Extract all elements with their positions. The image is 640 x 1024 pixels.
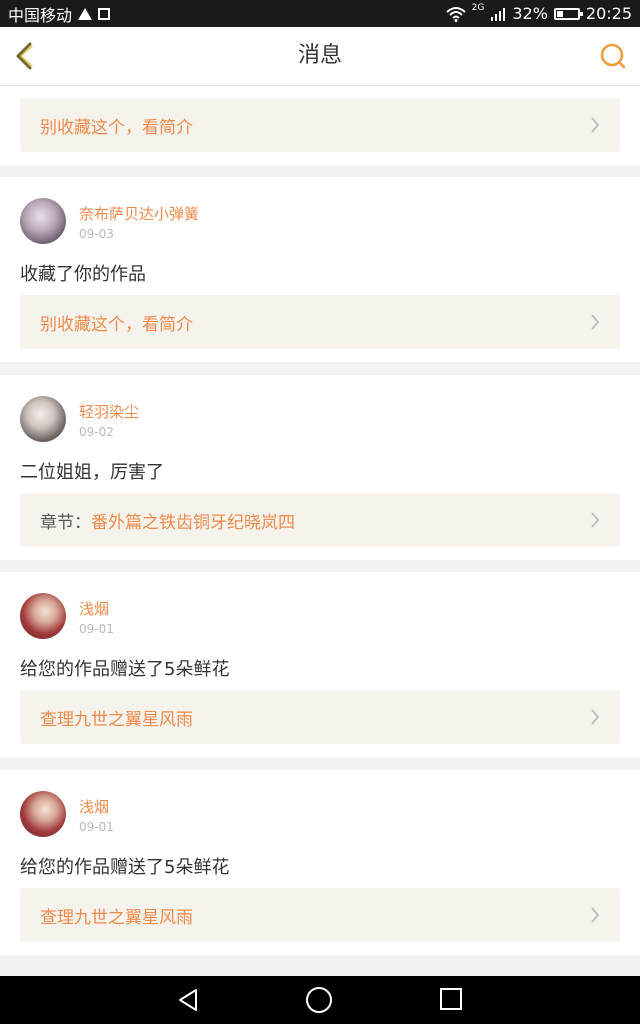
recent-apps-icon[interactable] (440, 988, 462, 1010)
header: 消息 (0, 27, 640, 86)
message-card: 奈布萨贝达小弹簧 09-03 收藏了你的作品 别收藏这个，看简介 (0, 177, 640, 362)
link-text: 别收藏这个，看简介 (40, 314, 193, 335)
user-name[interactable]: 浅烟 (79, 598, 109, 619)
image-notification-icon (98, 7, 111, 20)
chapter-link[interactable]: 章节： 番外篇之铁齿铜牙纪晓岚四 (20, 493, 620, 547)
link-text: 别收藏这个，看简介 (40, 117, 193, 138)
clock: 20:25 (585, 4, 632, 23)
message-card: 别收藏这个，看简介 (0, 86, 640, 165)
navigation-bar (0, 976, 640, 1024)
back-triangle-icon[interactable] (176, 988, 200, 1012)
work-link[interactable]: 查理九世之翼星风雨 (20, 690, 620, 744)
work-link[interactable]: 别收藏这个，看简介 (20, 98, 620, 152)
link-text: 查理九世之翼星风雨 (40, 907, 193, 928)
work-link[interactable]: 查理九世之翼星风雨 (20, 888, 620, 942)
warning-icon (78, 7, 93, 20)
user-name[interactable]: 奈布萨贝达小弹簧 (79, 203, 199, 224)
wifi-icon (445, 6, 466, 22)
status-right: 2G 32% 20:25 (445, 2, 640, 23)
page-title: 消息 (297, 43, 342, 68)
message-card: 浅烟 09-01 给您的作品赠送了5朵鲜花 查理九世之翼星风雨 (0, 770, 640, 955)
work-link[interactable]: 别收藏这个，看简介 (20, 295, 620, 349)
message-text: 给您的作品赠送了5朵鲜花 (20, 659, 230, 680)
battery-percent: 32% (512, 4, 548, 23)
chevron-right-icon (591, 117, 600, 133)
signal-icon (491, 7, 506, 21)
network-type: 2G (471, 2, 485, 13)
chevron-right-icon (591, 512, 600, 528)
carrier-name: 中国移动 (8, 5, 73, 25)
message-date: 09-01 (79, 622, 114, 636)
status-bar: 中国移动 2G 32% 20:25 (0, 0, 640, 27)
battery-level (556, 10, 563, 17)
battery-icon (553, 7, 583, 20)
link-text: 番外篇之铁齿铜牙纪晓岚四 (91, 512, 295, 533)
chevron-right-icon (591, 314, 600, 330)
link-text: 查理九世之翼星风雨 (40, 709, 193, 730)
avatar[interactable] (20, 593, 66, 639)
avatar[interactable] (20, 198, 66, 244)
user-name[interactable]: 轻羽染尘 (79, 401, 139, 422)
message-date: 09-03 (79, 227, 114, 241)
message-text: 给您的作品赠送了5朵鲜花 (20, 857, 230, 878)
avatar[interactable] (20, 396, 66, 442)
user-name[interactable]: 浅烟 (79, 796, 109, 817)
avatar[interactable] (20, 791, 66, 837)
message-text: 二位姐姐，厉害了 (20, 462, 164, 483)
home-circle-icon[interactable] (306, 987, 332, 1013)
link-prefix: 章节： (40, 512, 91, 533)
message-card: 浅烟 09-01 给您的作品赠送了5朵鲜花 查理九世之翼星风雨 (0, 572, 640, 757)
message-date: 09-01 (79, 820, 114, 834)
message-date: 09-02 (79, 425, 114, 439)
message-card: 轻羽染尘 09-02 二位姐姐，厉害了 章节： 番外篇之铁齿铜牙纪晓岚四 (0, 375, 640, 560)
chevron-right-icon (591, 709, 600, 725)
status-left: 中国移动 (0, 2, 111, 26)
message-text: 收藏了你的作品 (20, 264, 146, 285)
chevron-right-icon (591, 907, 600, 923)
search-icon[interactable] (598, 41, 628, 71)
